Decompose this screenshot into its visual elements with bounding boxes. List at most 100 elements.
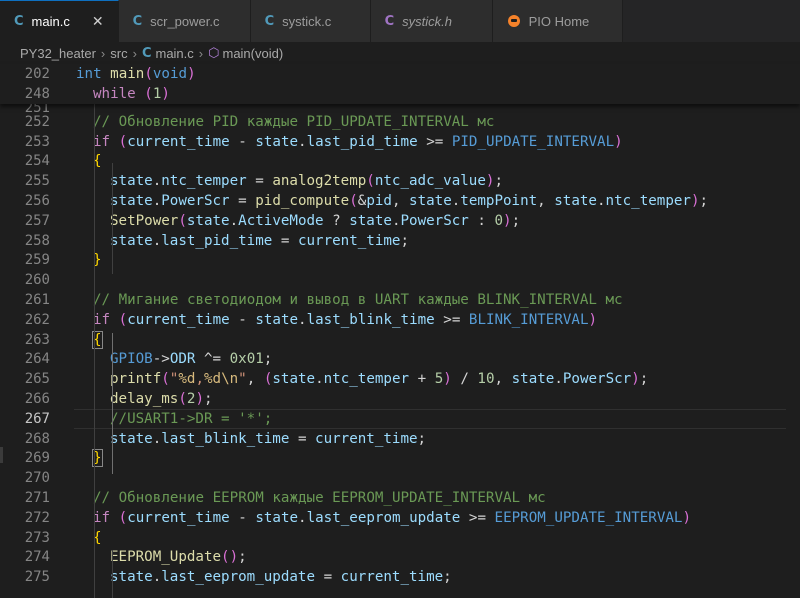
tab-label: scr_power.c bbox=[150, 13, 220, 29]
line-number: 252 bbox=[24, 113, 50, 130]
code-text: state.PowerScr = pid_compute(&pid, state… bbox=[110, 193, 709, 210]
code-line[interactable]: 259} bbox=[0, 251, 800, 271]
code-line[interactable]: 273{ bbox=[0, 528, 800, 548]
code-line[interactable]: 257 SetPower(state.ActiveMode ? state.Pow… bbox=[0, 211, 800, 231]
tab-systick-h[interactable]: C systick.h bbox=[370, 0, 493, 42]
tab-systick-c[interactable]: C systick.c bbox=[250, 0, 371, 42]
breadcrumb-folder[interactable]: src bbox=[110, 46, 127, 61]
sticky-line[interactable]: 248 while (1) bbox=[0, 84, 800, 104]
code-line[interactable]: 261 // Мигание светодиодом и вывод в UART… bbox=[0, 290, 800, 310]
code-text: // Обновление EEPROM каждые EEPROM_UPDAT… bbox=[93, 490, 546, 507]
breadcrumb-file[interactable]: main.c bbox=[155, 46, 193, 61]
breadcrumb-symbol[interactable]: main(void) bbox=[222, 46, 283, 61]
c-header-file-icon: C bbox=[384, 13, 395, 29]
code-line[interactable]: 255 state.ntc_temper = analog2temp(ntc_ad… bbox=[0, 171, 800, 191]
code-line[interactable]: 266 delay_ms(2); bbox=[0, 389, 800, 409]
code-line[interactable]: 251 bbox=[0, 104, 800, 112]
code-line[interactable]: 265 printf("%d,%d\n", (state.ntc_temper +… bbox=[0, 369, 800, 389]
line-number: 263 bbox=[24, 331, 50, 348]
fold-marker bbox=[0, 447, 3, 463]
code-line[interactable]: 264 GPIOB->ODR ^= 0x01; bbox=[0, 350, 800, 370]
code-line[interactable]: 267 //USART1->DR = '*'; bbox=[0, 408, 800, 429]
code-text: if (current_time - state.last_blink_time… bbox=[93, 311, 598, 328]
line-number: 264 bbox=[24, 351, 50, 368]
code-text: state.last_eeprom_update = current_time; bbox=[110, 569, 452, 586]
tab-bar-empty bbox=[622, 0, 800, 42]
line-number: 271 bbox=[24, 490, 50, 507]
code-line[interactable]: 274 EEPROM_Update(); bbox=[0, 548, 800, 568]
tab-label: systick.h bbox=[402, 13, 452, 29]
code-line[interactable]: 271 // Обновление EEPROM каждые EEPROM_UP… bbox=[0, 488, 800, 508]
sticky-scroll: 202 int main(void) 248 while (1) bbox=[0, 64, 800, 104]
code-line[interactable]: 275 state.last_eeprom_update = current_ti… bbox=[0, 567, 800, 587]
code-text: // Мигание светодиодом и вывод в UART ка… bbox=[93, 292, 623, 309]
code-text: SetPower(state.ActiveMode ? state.PowerS… bbox=[110, 212, 521, 229]
sticky-code: while (1) bbox=[93, 86, 170, 102]
code-line[interactable]: 272 if (current_time - state.last_eeprom_… bbox=[0, 508, 800, 528]
code-text: if (current_time - state.last_pid_time >… bbox=[93, 133, 623, 150]
code-line[interactable]: 258 state.last_pid_time = current_time; bbox=[0, 231, 800, 251]
line-number: 261 bbox=[24, 292, 50, 309]
code-editor[interactable]: 251 252 // Обновление PID каждые PID_UPDAT… bbox=[0, 104, 800, 598]
tab-scr-power-c[interactable]: C scr_power.c bbox=[118, 0, 251, 42]
line-number: 270 bbox=[24, 470, 50, 487]
code-text: GPIOB->ODR ^= 0x01; bbox=[110, 351, 273, 368]
code-text: state.last_pid_time = current_time; bbox=[110, 232, 409, 249]
line-number: 202 bbox=[24, 66, 50, 82]
sticky-code: int main(void) bbox=[76, 66, 196, 82]
c-file-icon: C bbox=[132, 13, 143, 29]
line-number: 253 bbox=[24, 133, 50, 150]
code-line[interactable]: 260 bbox=[0, 270, 800, 290]
tab-label: main.c bbox=[31, 14, 70, 29]
tab-main-c[interactable]: C main.c ✕ bbox=[0, 0, 119, 42]
editor-tab-bar: C main.c ✕ C scr_power.c C systick.c C s… bbox=[0, 0, 800, 42]
code-text: if (current_time - state.last_eeprom_upd… bbox=[93, 509, 691, 526]
code-text: printf("%d,%d\n", (state.ntc_temper + 5)… bbox=[110, 371, 649, 388]
line-number: 268 bbox=[24, 430, 50, 447]
line-number: 274 bbox=[24, 549, 50, 566]
line-number: 265 bbox=[24, 371, 50, 388]
line-number: 257 bbox=[24, 212, 50, 229]
code-line[interactable]: 252 // Обновление PID каждые PID_UPDATE_I… bbox=[0, 112, 800, 132]
line-number: 254 bbox=[24, 153, 50, 170]
c-file-icon: C bbox=[141, 45, 152, 61]
code-line[interactable]: 256 state.PowerScr = pid_compute(&pid, st… bbox=[0, 191, 800, 211]
code-line[interactable]: 263{ bbox=[0, 330, 800, 350]
indent-guide bbox=[94, 104, 95, 598]
breadcrumb: PY32_heater › src › C main.c › ⬡ main(vo… bbox=[0, 42, 800, 64]
breadcrumb-folder[interactable]: PY32_heater bbox=[20, 46, 96, 61]
scrollbar-track[interactable] bbox=[786, 104, 800, 598]
chevron-right-icon: › bbox=[132, 45, 137, 61]
line-number: 262 bbox=[24, 311, 50, 328]
c-file-icon: C bbox=[14, 14, 24, 29]
line-number: 260 bbox=[24, 272, 50, 289]
code-text: EEPROM_Update(); bbox=[110, 549, 247, 566]
code-line[interactable]: 254{ bbox=[0, 152, 800, 172]
code-line[interactable]: 268 state.last_blink_time = current_time; bbox=[0, 429, 800, 449]
line-number: 248 bbox=[24, 86, 50, 102]
code-line[interactable]: 253 if (current_time - state.last_pid_tim… bbox=[0, 132, 800, 152]
code-line[interactable]: 269} bbox=[0, 449, 800, 469]
line-number: 273 bbox=[24, 529, 50, 546]
line-number: 267 bbox=[24, 410, 50, 427]
chevron-right-icon: › bbox=[198, 45, 204, 61]
code-line[interactable]: 262 if (current_time - state.last_blink_t… bbox=[0, 310, 800, 330]
sticky-line[interactable]: 202 int main(void) bbox=[0, 64, 800, 84]
line-number: 266 bbox=[24, 391, 50, 408]
code-text: //USART1->DR = '*'; bbox=[110, 410, 273, 427]
tab-pio-home[interactable]: PIO Home bbox=[492, 0, 623, 42]
close-icon[interactable]: ✕ bbox=[92, 13, 104, 30]
c-file-icon: C bbox=[264, 13, 275, 29]
indent-guide-active bbox=[112, 333, 113, 474]
code-text: state.last_blink_time = current_time; bbox=[110, 430, 427, 447]
line-number: 269 bbox=[24, 450, 50, 467]
line-number: 272 bbox=[24, 509, 50, 526]
line-number: 255 bbox=[24, 173, 50, 190]
line-number: 251 bbox=[24, 104, 50, 112]
code-text: // Обновление PID каждые PID_UPDATE_INTE… bbox=[93, 113, 495, 130]
chevron-right-icon: › bbox=[100, 45, 106, 61]
tab-label: PIO Home bbox=[528, 13, 590, 29]
indent-guide bbox=[112, 550, 113, 598]
code-text: delay_ms(2); bbox=[110, 391, 213, 408]
code-line[interactable]: 270 bbox=[0, 468, 800, 488]
